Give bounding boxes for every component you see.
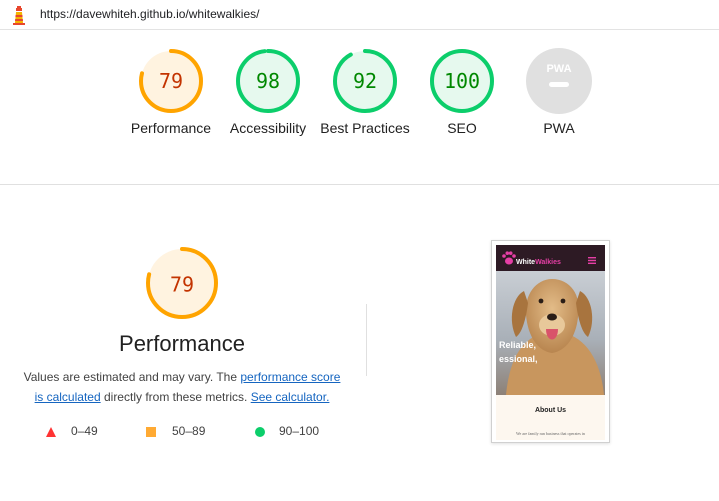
hero-line-1: Reliable, xyxy=(499,340,536,350)
pwa-badge-text: PWA xyxy=(546,63,571,75)
final-screenshot[interactable]: WhiteWalkies Reliable, essional, About U… xyxy=(491,240,610,443)
square-icon xyxy=(146,427,156,437)
performance-title: Performance xyxy=(119,331,245,356)
performance-score-gauge: 79 xyxy=(144,245,220,321)
description-text: Values are estimated and may vary. The xyxy=(23,370,241,384)
gauge-ring: PWA xyxy=(526,48,592,114)
gauge-seo[interactable]: 100 SEO xyxy=(417,48,507,138)
about-heading: About Us xyxy=(534,407,567,414)
gauge-label: Accessibility xyxy=(229,120,307,136)
gauge-score: 98 xyxy=(256,69,280,93)
gauge-ring: 98 xyxy=(236,49,300,113)
gauge-score: 100 xyxy=(444,69,480,93)
site-brand-white: White xyxy=(516,259,536,266)
gauge-pwa[interactable]: PWA PWA xyxy=(514,48,604,138)
about-body-text: We are family run business that operates… xyxy=(516,431,585,436)
site-about-section: About Us We are family run business that… xyxy=(496,395,605,440)
paw-icon xyxy=(502,251,516,265)
dog-photo: Reliable, essional, xyxy=(496,271,605,395)
site-hero-image: Reliable, essional, xyxy=(496,271,605,395)
hero-line-2: essional, xyxy=(499,354,538,364)
gauge-label: PWA xyxy=(543,120,575,136)
gauge-score: 79 xyxy=(170,272,194,296)
page-url[interactable]: https://davewhiteh.github.io/whitewalkie… xyxy=(40,7,259,21)
site-brand: WhiteWalkies xyxy=(516,259,561,266)
triangle-icon xyxy=(46,427,56,437)
performance-description: Values are estimated and may vary. The p… xyxy=(18,367,346,407)
gauge-ring: 79 xyxy=(139,49,203,113)
gauge-label: Best Practices xyxy=(320,120,410,136)
vertical-divider xyxy=(366,304,367,376)
gauge-ring: 100 xyxy=(430,49,494,113)
gauge-best-practices[interactable]: 92 Best Practices xyxy=(320,48,410,138)
gauge-ring: 79 xyxy=(146,247,218,319)
site-navbar: WhiteWalkies xyxy=(496,245,605,271)
gauge-label: Performance xyxy=(130,120,212,136)
legend-range-average: 50–89 xyxy=(172,424,206,438)
see-calculator-link[interactable]: See calculator. xyxy=(251,390,330,404)
gauge-label: SEO xyxy=(447,120,477,136)
site-brand-accent: Walkies xyxy=(535,259,561,266)
url-bar: https://davewhiteh.github.io/whitewalkie… xyxy=(0,0,719,30)
legend-range-fail: 0–49 xyxy=(71,424,98,438)
pwa-dash-icon xyxy=(549,82,569,87)
section-divider xyxy=(0,184,719,185)
circle-icon xyxy=(255,427,265,437)
gauge-score: 92 xyxy=(353,69,377,93)
legend-range-pass: 90–100 xyxy=(279,424,320,438)
description-text-middle: directly from these metrics. xyxy=(100,390,251,404)
lighthouse-icon xyxy=(13,6,25,25)
gauge-background xyxy=(526,48,592,114)
gauge-score: 79 xyxy=(159,69,183,93)
gauge-ring: 92 xyxy=(333,49,397,113)
gauge-performance[interactable]: 79 Performance xyxy=(126,48,216,138)
menu-icon xyxy=(588,257,596,264)
gauge-accessibility[interactable]: 98 Accessibility xyxy=(223,48,313,138)
